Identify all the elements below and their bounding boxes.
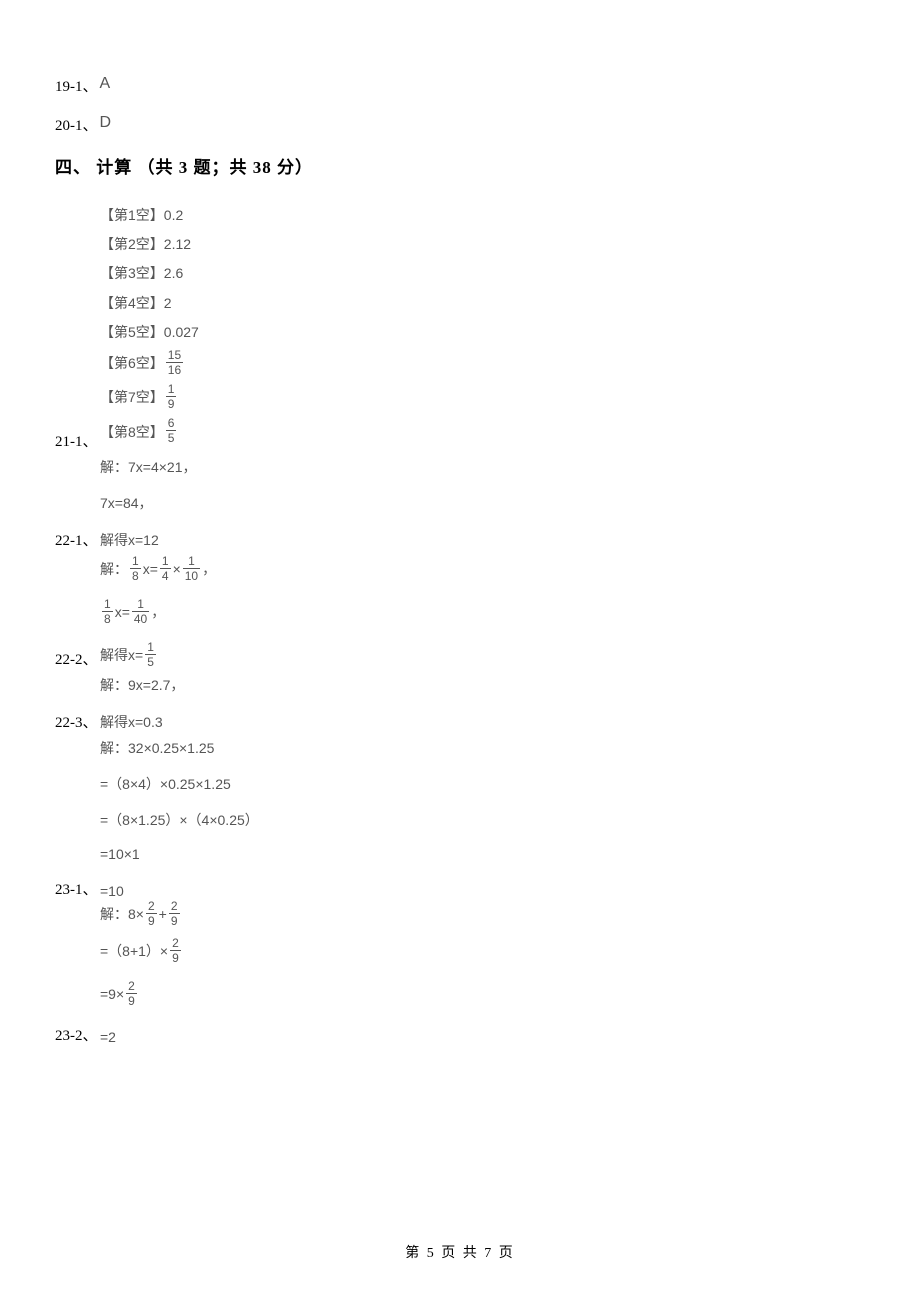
solution-step: =（8×1.25）×（4×0.25） bbox=[100, 810, 865, 830]
answer-20-1: 20-1、 D bbox=[55, 114, 865, 135]
section-4-heading: 四、 计算 （共 3 题；共 38 分） bbox=[55, 153, 865, 178]
question-22-2: 解： 18 x= 14 × 110 ， 18 x= 140 ， 22-2、 解得… bbox=[55, 556, 865, 669]
question-label: 22-2、 bbox=[55, 648, 100, 669]
blank-prefix: 【第8空】 bbox=[100, 422, 164, 442]
solution-step: 解得x=0.3 bbox=[100, 712, 163, 732]
fraction: 29 bbox=[170, 937, 181, 964]
fraction: 140 bbox=[132, 598, 149, 625]
solution-step: 解： 18 x= 14 × 110 ， bbox=[100, 556, 865, 583]
fraction: 18 bbox=[130, 555, 141, 582]
solution-step: 18 x= 140 ， bbox=[100, 599, 865, 626]
blank-2: 【第2空】2.12 bbox=[100, 232, 865, 257]
solution-step: 7x=84， bbox=[100, 493, 865, 513]
answer-19-1: 19-1、 A bbox=[55, 75, 865, 96]
question-22-3: 解：9x=2.7， 22-3、 解得x=0.3 bbox=[55, 675, 865, 732]
answer-label: 19-1、 bbox=[55, 75, 98, 96]
blank-5: 【第5空】0.027 bbox=[100, 320, 865, 345]
denominator: 16 bbox=[166, 362, 183, 376]
question-23-1: 解：32×0.25×1.25 =（8×4）×0.25×1.25 =（8×1.25… bbox=[55, 738, 865, 899]
denominator: 9 bbox=[166, 396, 177, 410]
denominator: 5 bbox=[166, 430, 177, 444]
solution-step: =10×1 bbox=[100, 846, 865, 862]
fraction: 6 5 bbox=[166, 417, 177, 444]
solution-step: =（8×4）×0.25×1.25 bbox=[100, 774, 865, 794]
fraction: 18 bbox=[102, 598, 113, 625]
question-23-2: 解：8× 29 + 29 =（8+1）× 29 =9× 29 23-2、 =2 bbox=[55, 901, 865, 1045]
numerator: 1 bbox=[166, 383, 177, 396]
numerator: 6 bbox=[166, 417, 177, 430]
solution-step: =9× 29 bbox=[100, 981, 865, 1008]
fraction: 15 16 bbox=[166, 349, 183, 376]
fraction: 29 bbox=[126, 980, 137, 1007]
solution-step: 解：32×0.25×1.25 bbox=[100, 738, 865, 758]
solution-step: 解：7x=4×21， bbox=[100, 457, 865, 477]
blank-6: 【第6空】 15 16 bbox=[100, 349, 865, 379]
solution-step: 解：9x=2.7， bbox=[100, 675, 865, 695]
blank-8: 【第8空】 6 5 bbox=[100, 417, 178, 447]
blank-3: 【第3空】2.6 bbox=[100, 261, 865, 286]
blank-7: 【第7空】 1 9 bbox=[100, 383, 865, 413]
fraction: 15 bbox=[145, 641, 156, 668]
blank-prefix: 【第7空】 bbox=[100, 385, 164, 410]
question-label: 21-1、 bbox=[55, 430, 100, 451]
question-21-1: 【第1空】0.2 【第2空】2.12 【第3空】2.6 【第4空】2 【第5空】… bbox=[55, 203, 865, 451]
question-label: 23-2、 bbox=[55, 1024, 100, 1045]
solution-step: =2 bbox=[100, 1029, 116, 1045]
question-22-1: 解：7x=4×21， 7x=84， 22-1、 解得x=12 bbox=[55, 457, 865, 550]
solution-step: 解得x= 15 bbox=[100, 642, 158, 669]
answer-value: D bbox=[100, 114, 112, 132]
fraction: 1 9 bbox=[166, 383, 177, 410]
answer-value: A bbox=[100, 75, 111, 93]
question-label: 22-3、 bbox=[55, 711, 100, 732]
solution-step: 解得x=12 bbox=[100, 530, 159, 550]
fraction: 29 bbox=[169, 900, 180, 927]
page-footer: 第 5 页 共 7 页 bbox=[0, 1242, 920, 1262]
fraction: 110 bbox=[183, 555, 200, 582]
solution-step: =10 bbox=[100, 883, 124, 899]
solution-step: 解：8× 29 + 29 bbox=[100, 901, 865, 928]
answer-label: 20-1、 bbox=[55, 114, 98, 135]
solution-step: =（8+1）× 29 bbox=[100, 938, 865, 965]
fraction: 14 bbox=[160, 555, 171, 582]
question-label: 22-1、 bbox=[55, 529, 100, 550]
blank-4: 【第4空】2 bbox=[100, 291, 865, 316]
fraction: 29 bbox=[146, 900, 157, 927]
numerator: 15 bbox=[166, 349, 183, 362]
blank-prefix: 【第6空】 bbox=[100, 351, 164, 376]
question-label: 23-1、 bbox=[55, 878, 100, 899]
blank-1: 【第1空】0.2 bbox=[100, 203, 865, 228]
